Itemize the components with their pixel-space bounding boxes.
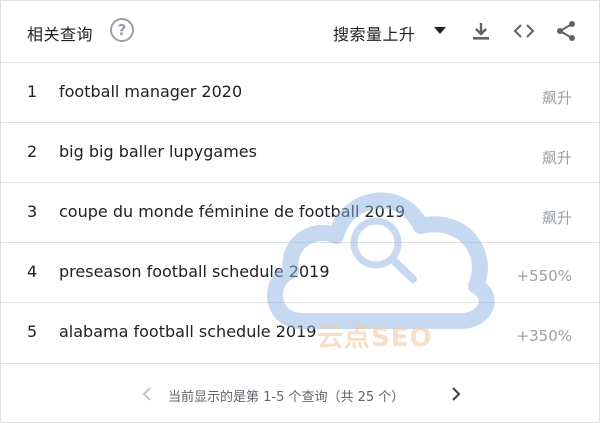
- row-query[interactable]: alabama football schedule 2019: [59, 322, 316, 341]
- watermark-text: 云点SEO: [317, 323, 433, 353]
- row-value: 飙升: [541, 209, 572, 227]
- card-header: 相关查询 ? 搜索量上升: [1, 1, 599, 63]
- table-row[interactable]: 1 football manager 2020 飙升: [1, 63, 599, 123]
- sort-dropdown-label[interactable]: 搜索量上升: [333, 21, 416, 45]
- row-value: +550%: [516, 267, 572, 285]
- card-title: 相关查询: [27, 25, 94, 44]
- help-icon[interactable]: ?: [110, 18, 134, 42]
- row-query[interactable]: preseason football schedule 2019: [59, 262, 330, 281]
- pagination-status: 当前显示的是第 1-5 个查询（共 25 个）: [168, 390, 405, 405]
- row-value: +350%: [516, 327, 572, 345]
- pagination-footer: 当前显示的是第 1-5 个查询（共 25 个）: [1, 363, 599, 423]
- share-icon[interactable]: [554, 19, 578, 43]
- chevron-left-icon[interactable]: [139, 386, 155, 406]
- sort-dropdown-icon[interactable]: [434, 27, 446, 34]
- table-row[interactable]: 3 coupe du monde féminine de football 20…: [1, 183, 599, 243]
- download-icon[interactable]: [469, 19, 493, 43]
- table-row[interactable]: 2 big big baller lupygames 飙升: [1, 123, 599, 183]
- related-queries-card: 相关查询 ? 搜索量上升 1 football manager 2020 飙升 …: [0, 0, 600, 423]
- row-rank: 1: [27, 82, 38, 101]
- row-query[interactable]: football manager 2020: [59, 82, 242, 101]
- table-row[interactable]: 4 preseason football schedule 2019 +550%: [1, 243, 599, 303]
- row-rank: 3: [27, 202, 38, 221]
- row-rank: 2: [27, 142, 38, 161]
- row-query[interactable]: coupe du monde féminine de football 2019: [59, 202, 405, 221]
- chevron-right-icon[interactable]: [448, 386, 464, 406]
- row-query[interactable]: big big baller lupygames: [59, 142, 257, 161]
- row-rank: 5: [27, 322, 38, 341]
- row-value: 飙升: [541, 149, 572, 167]
- table-row[interactable]: 5 alabama football schedule 2019 +350%: [1, 303, 599, 362]
- query-list: 1 football manager 2020 飙升 2 big big bal…: [1, 63, 599, 362]
- embed-code-icon[interactable]: [512, 19, 536, 43]
- row-rank: 4: [27, 262, 38, 281]
- row-value: 飙升: [541, 89, 572, 107]
